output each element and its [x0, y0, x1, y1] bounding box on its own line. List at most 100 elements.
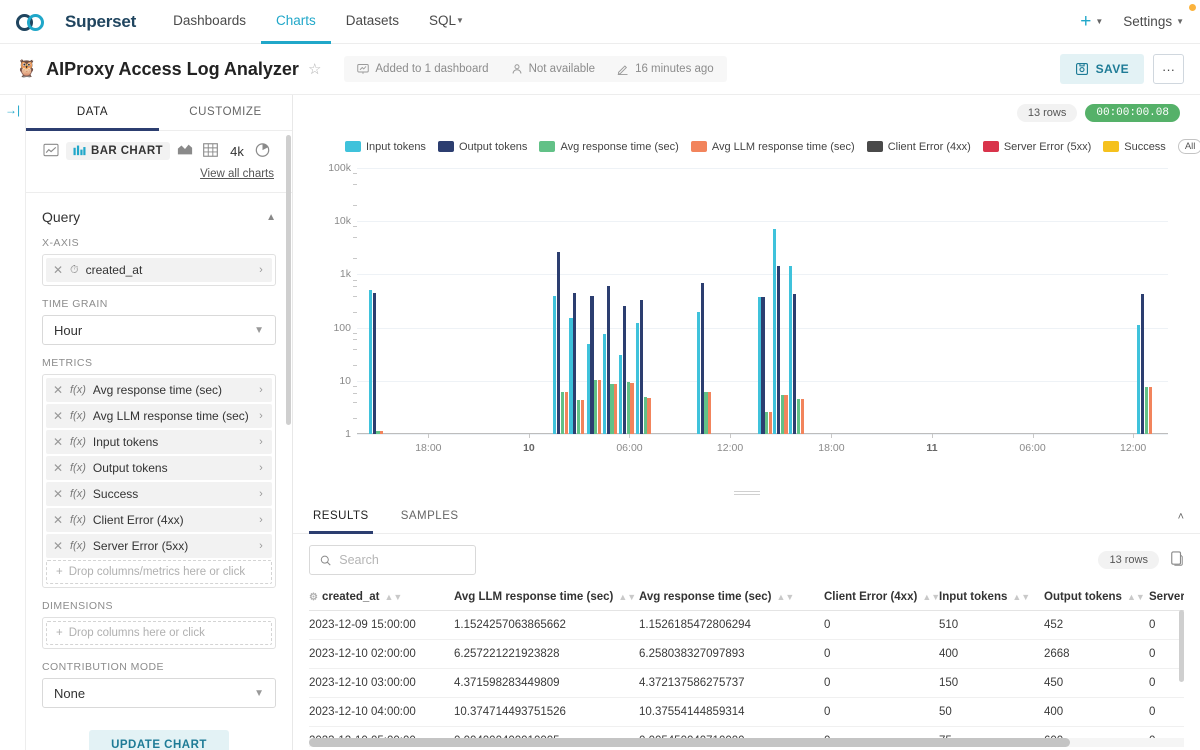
nav-link-datasets[interactable]: Datasets [331, 0, 414, 44]
copy-icon[interactable] [1170, 551, 1184, 569]
chart-bar[interactable] [577, 400, 580, 434]
table-row[interactable]: 2023-12-10 02:00:006.2572212219238286.25… [309, 640, 1184, 669]
table-icon[interactable] [200, 143, 222, 160]
col-client-error[interactable]: Client Error (4xx)▲▼ [824, 584, 939, 611]
chart-bar[interactable] [781, 395, 784, 434]
chart-bar[interactable] [793, 294, 796, 434]
chart-bar[interactable] [603, 334, 606, 434]
dimensions-dropzone[interactable]: + Drop columns here or click [46, 621, 272, 645]
chart-bar[interactable] [557, 252, 560, 434]
remove-icon[interactable]: ✕ [46, 461, 70, 475]
chart-bar[interactable] [369, 290, 372, 434]
results-horizontal-scrollbar-thumb[interactable] [309, 738, 1070, 747]
chart-bar[interactable] [561, 392, 564, 434]
chart-bar[interactable] [553, 296, 556, 434]
chevron-right-icon[interactable]: › [250, 462, 272, 474]
tab-data[interactable]: DATA [26, 95, 159, 131]
collapse-panel-icon[interactable]: →| [5, 103, 20, 750]
remove-icon[interactable]: ✕ [46, 409, 70, 423]
chart-bar[interactable] [704, 392, 707, 434]
tab-customize[interactable]: CUSTOMIZE [159, 95, 292, 131]
chart-bar[interactable] [569, 318, 572, 434]
chart-bar[interactable] [784, 395, 787, 434]
results-vertical-scrollbar[interactable] [1179, 610, 1184, 682]
remove-icon[interactable]: ✕ [46, 539, 70, 553]
collapse-results-icon[interactable]: ˄ [1178, 511, 1184, 523]
chevron-right-icon[interactable]: › [250, 410, 272, 422]
legend-all-button[interactable]: All [1178, 139, 1200, 154]
big-number-icon[interactable]: 4k [226, 144, 248, 159]
legend-item[interactable]: Input tokens [345, 141, 426, 153]
results-horizontal-scrollbar-track[interactable] [309, 738, 1184, 747]
sort-icon[interactable]: ▲▼ [1012, 592, 1030, 602]
col-avg-response[interactable]: Avg response time (sec)▲▼ [639, 584, 824, 611]
remove-icon[interactable]: ✕ [46, 513, 70, 527]
chart-bar[interactable] [590, 296, 593, 434]
chart-bar[interactable] [565, 392, 568, 434]
time-grain-select[interactable]: Hour ▼ [42, 315, 276, 345]
sidebar-scrollbar[interactable] [286, 135, 291, 425]
chart-bar[interactable] [614, 384, 617, 434]
save-button[interactable]: SAVE [1060, 54, 1144, 84]
chart-bar[interactable] [765, 412, 768, 434]
chart-bar[interactable] [598, 380, 601, 434]
remove-icon[interactable]: ✕ [46, 487, 70, 501]
tab-results[interactable]: RESULTS [309, 500, 373, 534]
contribution-mode-select[interactable]: None ▼ [42, 678, 276, 708]
table-row[interactable]: 2023-12-10 04:00:0010.37471449375152610.… [309, 698, 1184, 727]
chart-bar[interactable] [573, 293, 576, 434]
chart-bar[interactable] [769, 412, 772, 434]
legend-item[interactable]: Server Error (5xx) [983, 141, 1091, 153]
search-input[interactable] [339, 553, 465, 567]
metric-chip[interactable]: ✕f(x)Output tokens› [46, 456, 272, 480]
chart-bar[interactable] [777, 266, 780, 434]
nav-link-dashboards[interactable]: Dashboards [158, 0, 261, 44]
col-avg-llm-response[interactable]: Avg LLM response time (sec)▲▼ [454, 584, 639, 611]
chart-bar[interactable] [380, 431, 383, 434]
legend-item[interactable]: Client Error (4xx) [867, 141, 971, 153]
chart-bar[interactable] [373, 293, 376, 434]
chart-bar[interactable] [623, 306, 626, 434]
x-axis-chip-created-at[interactable]: ✕ ⏱ created_at › [46, 258, 272, 282]
sort-icon[interactable]: ▲▼ [618, 592, 636, 602]
chart-bar[interactable] [1137, 325, 1140, 434]
new-item-button[interactable]: + ▼ [1080, 12, 1103, 31]
nav-link-charts[interactable]: Charts [261, 0, 331, 44]
settings-menu[interactable]: Settings ▼ [1123, 14, 1184, 29]
chart-bar[interactable] [647, 398, 650, 434]
chevron-right-icon[interactable]: › [250, 264, 272, 276]
chart-bar[interactable] [587, 344, 590, 434]
chart-bar[interactable] [1149, 387, 1152, 434]
chevron-right-icon[interactable]: › [250, 436, 272, 448]
chart-bar[interactable] [581, 400, 584, 434]
chart-bar[interactable] [619, 355, 622, 434]
update-chart-button[interactable]: UPDATE CHART [89, 730, 229, 750]
tab-samples[interactable]: SAMPLES [397, 500, 463, 534]
search-box[interactable] [309, 545, 476, 575]
chevron-up-icon[interactable]: ▲ [266, 212, 276, 223]
col-created-at[interactable]: ⚙created_at▲▼ [309, 584, 454, 611]
metric-chip[interactable]: ✕f(x)Avg LLM response time (sec)› [46, 404, 272, 428]
query-section-header[interactable]: Query ▲ [26, 193, 292, 237]
chart-bar[interactable] [610, 384, 613, 434]
chart-bar[interactable] [773, 229, 776, 434]
col-server-error[interactable]: Server Error (5xx)▲▼ [1149, 584, 1184, 611]
view-all-charts-link[interactable]: View all charts [200, 168, 274, 180]
table-row[interactable]: 2023-12-09 15:00:001.15242570638656621.1… [309, 611, 1184, 640]
chart-bar[interactable] [789, 266, 792, 434]
metric-chip[interactable]: ✕f(x)Avg response time (sec)› [46, 378, 272, 402]
chart-bar[interactable] [630, 383, 633, 434]
sort-icon[interactable]: ▲▼ [922, 592, 940, 602]
chart-bar[interactable] [761, 297, 764, 434]
line-chart-icon[interactable] [40, 143, 62, 160]
area-chart-icon[interactable] [174, 143, 196, 159]
metric-chip[interactable]: ✕f(x)Server Error (5xx)› [46, 534, 272, 558]
nav-link-sql[interactable]: SQL ▼ [414, 0, 479, 44]
chart-bar[interactable] [607, 286, 610, 434]
chart-bar[interactable] [644, 397, 647, 434]
table-row[interactable]: 2023-12-10 03:00:004.3715982834498094.37… [309, 669, 1184, 698]
legend-item[interactable]: Success [1103, 141, 1166, 153]
favorite-star-icon[interactable]: ☆ [308, 60, 321, 78]
chevron-right-icon[interactable]: › [250, 540, 272, 552]
chart-bar[interactable] [701, 283, 704, 434]
